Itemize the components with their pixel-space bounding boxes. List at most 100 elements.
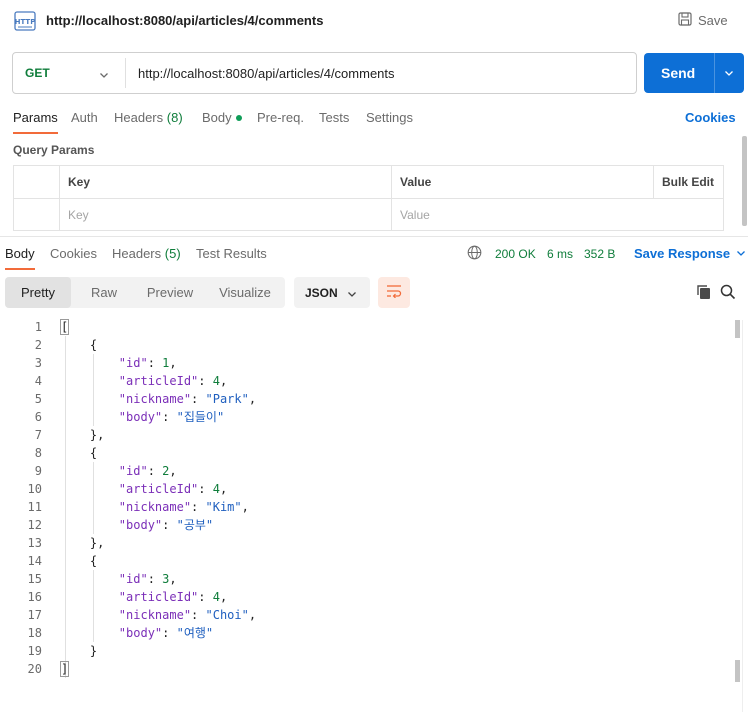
code-line: 7 }, xyxy=(0,426,740,444)
table-header-row: Key Value Bulk Edit xyxy=(14,166,723,199)
url-bar: GET xyxy=(12,52,637,94)
line-number: 3 xyxy=(34,356,42,370)
code-line: 9 "id": 2, xyxy=(0,462,740,480)
code-line: 17 "nickname": "Choi", xyxy=(0,606,740,624)
code-line: 18 "body": "여행" xyxy=(0,624,740,642)
code-line: 8 { xyxy=(0,444,740,462)
view-mode-group: Pretty Raw Preview Visualize xyxy=(5,277,285,308)
json-key: "nickname" xyxy=(118,500,192,514)
method-label: GET xyxy=(25,66,50,80)
svg-text:HTTP: HTTP xyxy=(15,18,36,26)
format-select[interactable]: JSON xyxy=(294,277,370,308)
view-raw[interactable]: Raw xyxy=(71,277,137,308)
tab-prereq[interactable]: Pre-req. xyxy=(257,110,304,125)
tab-headers[interactable]: Headers (8) xyxy=(114,110,183,125)
code-line: 19 } xyxy=(0,642,740,660)
status-code[interactable]: 200 OK xyxy=(495,247,536,261)
line-number: 12 xyxy=(27,518,42,532)
response-size[interactable]: 352 B xyxy=(584,247,615,261)
line-number: 8 xyxy=(34,446,42,460)
save-response-label: Save Response xyxy=(634,246,731,261)
save-response-button[interactable]: Save Response xyxy=(634,246,746,261)
tab-response-body[interactable]: Body xyxy=(5,246,35,270)
json-bracket: ] xyxy=(59,661,70,677)
code-line: 11 "nickname": "Kim", xyxy=(0,498,740,516)
code-line: 5 "nickname": "Park", xyxy=(0,390,740,408)
key-input[interactable]: Key xyxy=(59,199,391,231)
value-input[interactable]: Value xyxy=(391,199,725,231)
line-number: 4 xyxy=(34,374,42,388)
wrap-lines-button[interactable] xyxy=(378,277,410,308)
table-row: Key Value xyxy=(14,199,723,232)
json-number: 4 xyxy=(212,482,220,496)
json-key: "body" xyxy=(118,626,163,640)
line-number: 1 xyxy=(34,320,42,334)
code-text: ] xyxy=(59,660,70,678)
globe-icon[interactable] xyxy=(467,245,482,263)
view-pretty[interactable]: Pretty xyxy=(5,277,71,308)
title-bar: HTTP http://localhost:8080/api/articles/… xyxy=(0,0,748,42)
response-headers-label: Headers xyxy=(112,246,162,261)
query-params-title: Query Params xyxy=(13,143,95,157)
json-string: "Kim" xyxy=(205,500,242,514)
send-button[interactable]: Send xyxy=(644,53,744,93)
tab-test-results[interactable]: Test Results xyxy=(196,246,267,261)
save-button[interactable]: Save xyxy=(678,12,728,29)
code-text: "nickname": "Choi", xyxy=(118,608,257,622)
chevron-down-icon xyxy=(347,288,357,302)
key-placeholder: Key xyxy=(68,208,89,222)
response-headers-count: (5) xyxy=(164,246,181,261)
view-visualize[interactable]: Visualize xyxy=(205,277,285,308)
cookies-link[interactable]: Cookies xyxy=(685,110,736,125)
code-text: "articleId": 4, xyxy=(118,482,228,496)
tab-settings[interactable]: Settings xyxy=(366,110,413,125)
value-placeholder: Value xyxy=(400,208,430,222)
code-text: "articleId": 4, xyxy=(118,374,228,388)
value-header-label: Value xyxy=(400,175,432,189)
request-scrollbar[interactable] xyxy=(742,136,747,226)
json-string: "여행" xyxy=(176,626,214,640)
tab-response-cookies[interactable]: Cookies xyxy=(50,246,97,261)
code-text: "nickname": "Kim", xyxy=(118,500,249,514)
line-number: 19 xyxy=(27,644,42,658)
tab-auth[interactable]: Auth xyxy=(71,110,98,125)
code-text: { xyxy=(61,554,98,568)
json-key: "id" xyxy=(118,356,148,370)
send-label: Send xyxy=(661,65,696,81)
chevron-down-icon[interactable] xyxy=(715,65,734,81)
json-bracket: [ xyxy=(59,319,70,335)
json-key: "body" xyxy=(118,518,163,532)
tab-params[interactable]: Params xyxy=(13,110,58,134)
pane-divider[interactable] xyxy=(0,236,748,237)
body-indicator-dot xyxy=(235,115,242,121)
code-text: } xyxy=(61,644,98,658)
search-icon[interactable] xyxy=(720,284,736,303)
wrap-lines-icon xyxy=(386,284,402,301)
tab-tests[interactable]: Tests xyxy=(319,110,349,125)
editor-scroll-track[interactable] xyxy=(742,320,743,712)
bulk-edit-button[interactable]: Bulk Edit xyxy=(653,166,725,198)
line-number: 15 xyxy=(27,572,42,586)
line-number: 16 xyxy=(27,590,42,604)
json-number: 1 xyxy=(162,356,170,370)
code-text: "body": "공부" xyxy=(118,518,214,532)
method-select[interactable]: GET xyxy=(13,53,125,93)
view-preview[interactable]: Preview xyxy=(137,277,203,308)
editor-scroll-marker[interactable] xyxy=(735,320,740,338)
url-input[interactable] xyxy=(126,53,636,93)
tab-body[interactable]: Body xyxy=(202,110,242,125)
editor-scroll-marker[interactable] xyxy=(735,660,740,682)
json-number: 4 xyxy=(212,590,220,604)
tab-headers-label: Headers xyxy=(114,110,164,125)
request-title: http://localhost:8080/api/articles/4/com… xyxy=(46,13,324,28)
json-key: "nickname" xyxy=(118,392,192,406)
copy-icon[interactable] xyxy=(696,284,712,303)
code-line: 14 { xyxy=(0,552,740,570)
code-line: 4 "articleId": 4, xyxy=(0,372,740,390)
chevron-down-icon xyxy=(736,246,746,261)
tab-response-headers[interactable]: Headers (5) xyxy=(112,246,181,261)
json-number: 4 xyxy=(212,374,220,388)
response-time[interactable]: 6 ms xyxy=(547,247,573,261)
line-number: 5 xyxy=(34,392,42,406)
code-text: "nickname": "Park", xyxy=(118,392,257,406)
